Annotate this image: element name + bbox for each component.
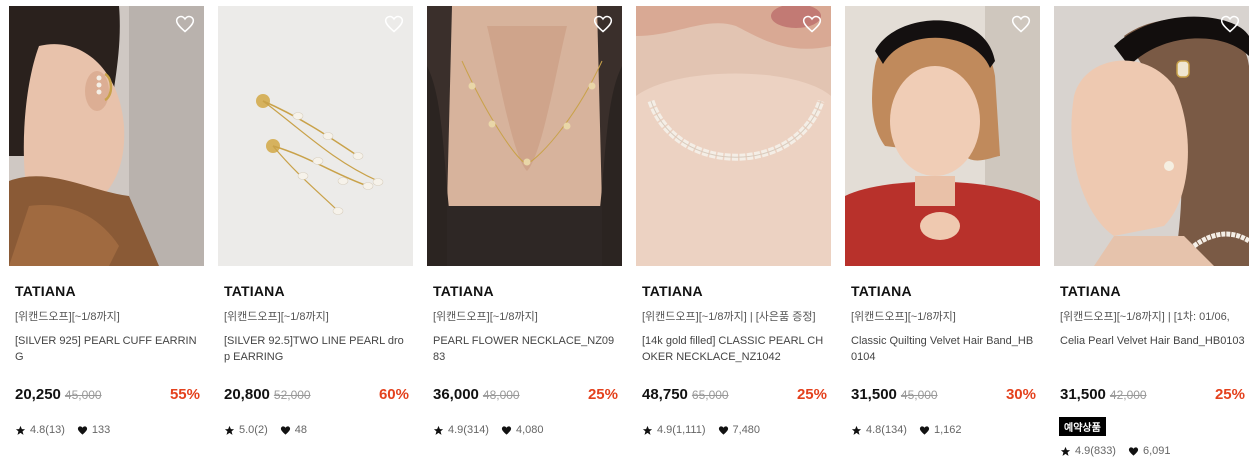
- promo-text: [위캔드오프][~1/8까지]: [15, 311, 120, 323]
- rating-text: 4.8(13): [30, 424, 65, 436]
- product-card[interactable]: TATIANA [위캔드오프][~1/8까지] [SILVER 92.5]TWO…: [218, 6, 413, 437]
- promo-text: [위캔드오프][~1/8까지]: [224, 311, 329, 323]
- promo-text: [위캔드오프][~1/8까지] | [사은품 증정]: [642, 311, 816, 323]
- product-name[interactable]: PEARL FLOWER NECKLACE_NZ0983: [427, 333, 622, 365]
- rating-text: 4.9(314): [448, 424, 489, 436]
- promo-text: [위캔드오프][~1/8까지] | [1차: 01/06,: [1060, 311, 1230, 323]
- wishlist-heart-icon[interactable]: [175, 14, 195, 34]
- star-icon: [224, 425, 235, 435]
- wishlist-heart-icon[interactable]: [1220, 14, 1240, 34]
- meta-row: 4.8(134) 1,162: [845, 423, 1040, 437]
- sale-price: 20,250: [15, 386, 61, 403]
- price-row: 31,500 45,000 30%: [845, 386, 1040, 404]
- promo-text: [위캔드오프][~1/8까지]: [851, 311, 956, 323]
- discount-rate: 30%: [1005, 386, 1036, 403]
- meta-row: 4.8(13) 133: [9, 423, 204, 437]
- brand-name[interactable]: TATIANA: [845, 283, 1040, 299]
- product-card[interactable]: TATIANA [위캔드오프][~1/8까지] [SILVER 925] PEA…: [9, 6, 204, 437]
- wishlist-heart-icon[interactable]: [384, 14, 404, 34]
- product-name[interactable]: [14k gold filled] CLASSIC PEARL CHOKER N…: [636, 333, 831, 365]
- sale-price: 31,500: [851, 386, 897, 403]
- product-image[interactable]: [9, 6, 204, 266]
- earring-model-photo: [9, 6, 204, 266]
- brand-name[interactable]: TATIANA: [427, 283, 622, 299]
- product-name[interactable]: [SILVER 925] PEARL CUFF EARRING: [9, 333, 204, 365]
- brand-name[interactable]: TATIANA: [636, 283, 831, 299]
- wishlist-heart-icon[interactable]: [802, 14, 822, 34]
- likes-count: 48: [294, 424, 307, 436]
- discount-rate: 25%: [796, 386, 827, 403]
- drop-earrings-photo: [218, 6, 413, 266]
- heart-filled-icon: [280, 425, 290, 435]
- product-card[interactable]: TATIANA [위캔드오프][~1/8까지] PEARL FLOWER NEC…: [427, 6, 622, 437]
- meta-row: 4.9(1,111) 7,480: [636, 423, 831, 437]
- product-image[interactable]: [636, 6, 831, 266]
- likes-count: 6,091: [1142, 445, 1171, 457]
- product-grid: TATIANA [위캔드오프][~1/8까지] [SILVER 925] PEA…: [0, 0, 1259, 476]
- heart-filled-icon: [718, 425, 728, 435]
- discount-rate: 25%: [1214, 386, 1245, 403]
- heart-filled-icon: [919, 425, 930, 435]
- heart-filled-icon: [1128, 446, 1139, 456]
- preorder-badge: 예약상품: [1059, 417, 1106, 436]
- likes-count: 4,080: [515, 424, 544, 436]
- pearl-choker-photo: [636, 6, 831, 266]
- original-price: 45,000: [64, 388, 102, 402]
- flower-necklace-photo: [427, 6, 622, 266]
- meta-row: 5.0(2) 48: [218, 423, 413, 437]
- price-row: 20,250 45,000 55%: [9, 386, 204, 404]
- product-card[interactable]: TATIANA [위캔드오프][~1/8까지] | [사은품 증정] [14k …: [636, 6, 831, 437]
- star-icon: [851, 425, 862, 435]
- price-row: 20,800 52,000 60%: [218, 386, 413, 404]
- star-icon: [433, 425, 444, 435]
- sale-price: 48,750: [642, 386, 688, 403]
- rating-text: 4.8(134): [866, 424, 907, 436]
- product-image[interactable]: [845, 6, 1040, 266]
- likes-count: 133: [91, 424, 111, 436]
- product-card[interactable]: TATIANA [위캔드오프][~1/8까지] Classic Quilting…: [845, 6, 1040, 437]
- promo-text: [위캔드오프][~1/8까지]: [433, 311, 538, 323]
- meta-row: 4.9(833) 6,091: [1054, 444, 1249, 458]
- heart-filled-icon: [501, 425, 512, 435]
- star-icon: [1060, 446, 1071, 456]
- product-name[interactable]: Classic Quilting Velvet Hair Band_HB0104: [845, 333, 1040, 365]
- meta-row: 4.9(314) 4,080: [427, 423, 622, 437]
- rating-text: 4.9(1,111): [657, 424, 706, 436]
- original-price: 52,000: [273, 388, 311, 402]
- star-icon: [15, 425, 26, 435]
- discount-rate: 55%: [169, 386, 200, 403]
- price-row: 36,000 48,000 25%: [427, 386, 622, 404]
- price-row: 31,500 42,000 25%: [1054, 386, 1249, 404]
- rating-text: 5.0(2): [239, 424, 268, 436]
- brand-name[interactable]: TATIANA: [1054, 283, 1249, 299]
- sale-price: 31,500: [1060, 386, 1106, 403]
- original-price: 45,000: [900, 388, 938, 402]
- price-row: 48,750 65,000 25%: [636, 386, 831, 404]
- discount-rate: 25%: [587, 386, 618, 403]
- brand-name[interactable]: TATIANA: [9, 283, 204, 299]
- product-card[interactable]: TATIANA [위캔드오프][~1/8까지] | [1차: 01/06, Ce…: [1054, 6, 1249, 458]
- sale-price: 36,000: [433, 386, 479, 403]
- pearl-hairband-photo: [1054, 6, 1249, 266]
- likes-count: 1,162: [933, 424, 962, 436]
- discount-rate: 60%: [378, 386, 409, 403]
- heart-filled-icon: [77, 425, 87, 435]
- original-price: 48,000: [482, 388, 520, 402]
- star-icon: [642, 425, 653, 435]
- sale-price: 20,800: [224, 386, 270, 403]
- product-image[interactable]: [218, 6, 413, 266]
- brand-name[interactable]: TATIANA: [218, 283, 413, 299]
- velvet-hairband-photo: [845, 6, 1040, 266]
- wishlist-heart-icon[interactable]: [593, 14, 613, 34]
- wishlist-heart-icon[interactable]: [1011, 14, 1031, 34]
- product-name[interactable]: [SILVER 92.5]TWO LINE PEARL drop EARRING: [218, 333, 413, 365]
- original-price: 42,000: [1109, 388, 1147, 402]
- product-image[interactable]: [1054, 6, 1249, 266]
- rating-text: 4.9(833): [1075, 445, 1116, 457]
- likes-count: 7,480: [732, 424, 761, 436]
- product-name[interactable]: Celia Pearl Velvet Hair Band_HB0103: [1054, 333, 1249, 365]
- product-image[interactable]: [427, 6, 622, 266]
- original-price: 65,000: [691, 388, 729, 402]
